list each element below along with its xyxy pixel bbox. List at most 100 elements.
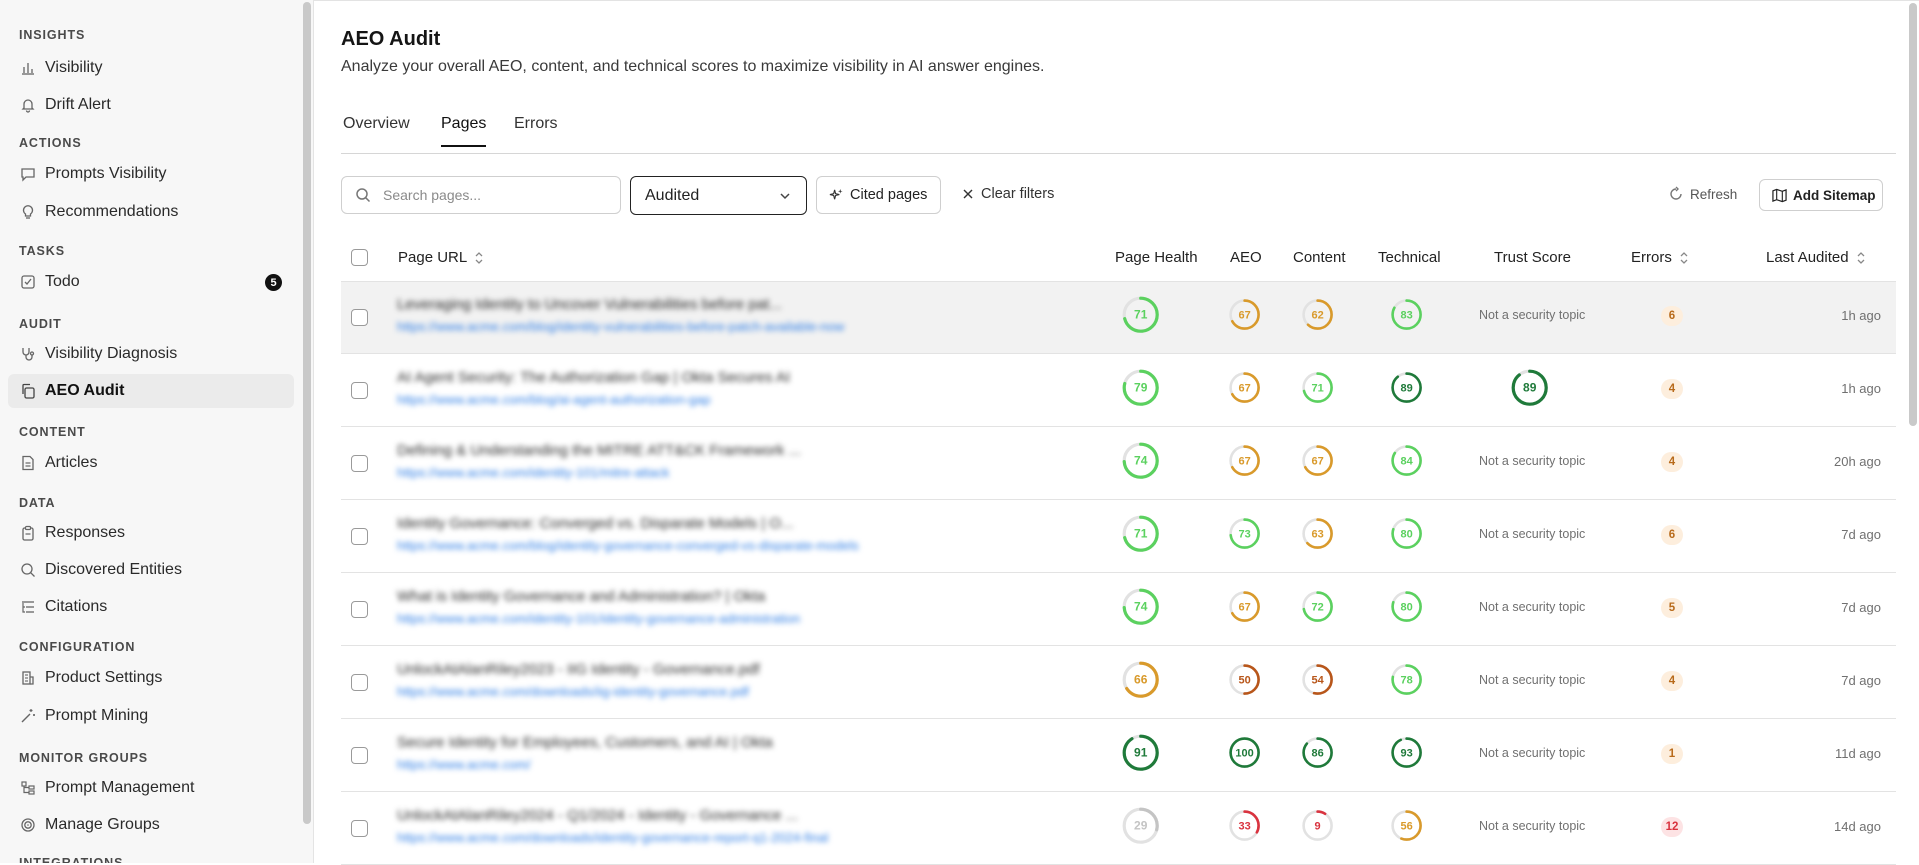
row-checkbox[interactable] [351, 309, 368, 326]
sidebar-item-label: Todo [45, 273, 80, 290]
health-score-value: 74 [1134, 600, 1148, 614]
page-url-cell[interactable]: Defining & Understanding the MITRE ATT&C… [397, 442, 942, 488]
row-checkbox[interactable] [351, 455, 368, 472]
error-count-badge: 4 [1661, 452, 1683, 472]
content-score-value: 71 [1312, 383, 1324, 395]
page-url-link[interactable]: https://www.acme.com/blog/identity-vulne… [397, 319, 942, 334]
table-row[interactable]: AI Agent Security: The Authorization Gap… [341, 355, 1896, 427]
page-url-cell[interactable]: UnlockAtAlanRiley2023 - IIG Identity - G… [397, 661, 942, 707]
select-all-checkbox[interactable] [351, 249, 368, 266]
table-row[interactable]: Leveraging Identity to Uncover Vulnerabi… [341, 282, 1896, 354]
sidebar-section-actions: ACTIONS [19, 136, 82, 150]
sidebar-item-label: Discovered Entities [45, 561, 182, 578]
error-count-badge: 6 [1661, 306, 1683, 326]
refresh-button[interactable]: Refresh [1668, 186, 1737, 202]
table-row[interactable]: UnlockAtAlanRiley2024 - Q1/2024 - Identi… [341, 793, 1896, 865]
table-row[interactable]: Secure Identity for Employees, Customers… [341, 720, 1896, 792]
row-checkbox[interactable] [351, 382, 368, 399]
search-input[interactable] [381, 186, 605, 204]
health-score-ring: 29 [1122, 807, 1160, 845]
search-box[interactable] [341, 176, 621, 214]
trust-score-text: Not a security topic [1479, 819, 1586, 833]
clear-filters-label: Clear filters [981, 186, 1055, 202]
sidebar-item-responses[interactable]: Responses [8, 516, 294, 550]
main-content: AEO Audit Analyze your overall AEO, cont… [314, 0, 1919, 865]
aeo-score-ring: 100 [1229, 737, 1261, 769]
cited-pages-button[interactable]: Cited pages [816, 176, 941, 214]
page-url-link[interactable]: https://www.acme.com/identity-101/mitre-… [397, 465, 942, 480]
table-row[interactable]: Defining & Understanding the MITRE ATT&C… [341, 428, 1896, 500]
page-title-text: UnlockAtAlanRiley2023 - IIG Identity - G… [397, 661, 760, 678]
status-filter-select[interactable]: Audited [630, 176, 807, 215]
row-checkbox[interactable] [351, 601, 368, 618]
last-audited-time: 7d ago [1841, 600, 1881, 615]
page-url-cell[interactable]: Identity Governance: Converged vs. Dispa… [397, 515, 942, 561]
column-trust-score: Trust Score [1494, 249, 1571, 266]
map-icon [1772, 188, 1787, 203]
table-row[interactable]: What is Identity Governance and Administ… [341, 574, 1896, 646]
sidebar-item-product-settings[interactable]: Product Settings [8, 661, 294, 695]
health-score-ring: 91 [1122, 734, 1160, 772]
page-url-cell[interactable]: What is Identity Governance and Administ… [397, 588, 942, 634]
page-url-link[interactable]: https://www.acme.com/identity-101/identi… [397, 611, 942, 626]
page-url-cell[interactable]: Secure Identity for Employees, Customers… [397, 734, 942, 780]
column-errors[interactable]: Errors [1631, 249, 1690, 266]
sidebar-item-recommendations[interactable]: Recommendations [8, 195, 294, 229]
sidebar-scrollbar[interactable] [303, 2, 311, 824]
sidebar-item-label: Articles [45, 454, 98, 471]
tab-errors[interactable]: Errors [514, 115, 558, 145]
page-url-link[interactable]: https://www.acme.com/ [397, 757, 942, 772]
sidebar-item-citations[interactable]: Citations [8, 590, 294, 624]
search-icon [355, 187, 371, 203]
technical-score-value: 80 [1401, 529, 1413, 541]
tab-bar: Overview Pages Errors [341, 115, 1896, 154]
row-checkbox[interactable] [351, 528, 368, 545]
page-url-link[interactable]: https://www.acme.com/blog/identity-gover… [397, 538, 942, 553]
sidebar-item-prompt-mining[interactable]: Prompt Mining [8, 699, 294, 733]
bell-icon [20, 97, 36, 113]
technical-score-ring: 93 [1391, 737, 1423, 769]
page-url-cell[interactable]: Leveraging Identity to Uncover Vulnerabi… [397, 296, 942, 342]
sidebar-item-discovered-entities[interactable]: Discovered Entities [8, 553, 294, 587]
sidebar-item-prompt-management[interactable]: Prompt Management [8, 771, 294, 805]
sidebar-item-visibility[interactable]: Visibility [8, 51, 294, 85]
row-checkbox[interactable] [351, 674, 368, 691]
page-url-link[interactable]: https://www.acme.com/downloads/iig-ident… [397, 684, 942, 699]
row-checkbox[interactable] [351, 820, 368, 837]
tab-pages[interactable]: Pages [441, 115, 487, 147]
sidebar-item-manage-groups[interactable]: Manage Groups [8, 808, 294, 842]
sort-icon [1855, 251, 1867, 265]
page-url-cell[interactable]: UnlockAtAlanRiley2024 - Q1/2024 - Identi… [397, 807, 942, 853]
row-checkbox[interactable] [351, 747, 368, 764]
table-row[interactable]: Identity Governance: Converged vs. Dispa… [341, 501, 1896, 573]
page-url-cell[interactable]: AI Agent Security: The Authorization Gap… [397, 369, 942, 415]
page-url-link[interactable]: https://www.acme.com/downloads/identity-… [397, 830, 942, 845]
sidebar-item-aeo-audit[interactable]: AEO Audit [8, 374, 294, 408]
sidebar-item-todo[interactable]: Todo 5 [8, 265, 294, 299]
sidebar-item-label: Responses [45, 524, 126, 541]
technical-score-ring: 78 [1391, 664, 1423, 696]
sidebar-item-prompts-visibility[interactable]: Prompts Visibility [8, 157, 294, 191]
page-url-link[interactable]: https://www.acme.com/blog/ai-agent-autho… [397, 392, 942, 407]
sidebar-item-articles[interactable]: Articles [8, 446, 294, 480]
sidebar-section-integrations: INTEGRATIONS [19, 856, 124, 863]
clear-filters-button[interactable]: Clear filters [961, 186, 1054, 202]
page-title-text: What is Identity Governance and Administ… [397, 588, 766, 605]
sidebar-item-drift-alert[interactable]: Drift Alert [8, 88, 294, 122]
column-page-url[interactable]: Page URL [398, 249, 485, 266]
sort-icon [1678, 251, 1690, 265]
add-sitemap-button[interactable]: Add Sitemap [1759, 179, 1883, 211]
main-scrollbar[interactable] [1909, 3, 1917, 426]
tab-overview[interactable]: Overview [343, 115, 410, 145]
health-score-ring: 79 [1122, 369, 1160, 407]
add-sitemap-label: Add Sitemap [1793, 187, 1876, 203]
target-icon [20, 817, 36, 833]
table-header: Page URL Page Health AEO Content Technic… [341, 237, 1896, 282]
sidebar-item-visibility-diagnosis[interactable]: Visibility Diagnosis [8, 337, 294, 371]
column-last-audited[interactable]: Last Audited [1766, 249, 1867, 266]
table-row[interactable]: UnlockAtAlanRiley2023 - IIG Identity - G… [341, 647, 1896, 719]
technical-score-value: 89 [1401, 383, 1413, 395]
aeo-score-value: 67 [1239, 602, 1251, 614]
list-tree-icon [20, 599, 36, 615]
content-score-ring: 54 [1302, 664, 1334, 696]
